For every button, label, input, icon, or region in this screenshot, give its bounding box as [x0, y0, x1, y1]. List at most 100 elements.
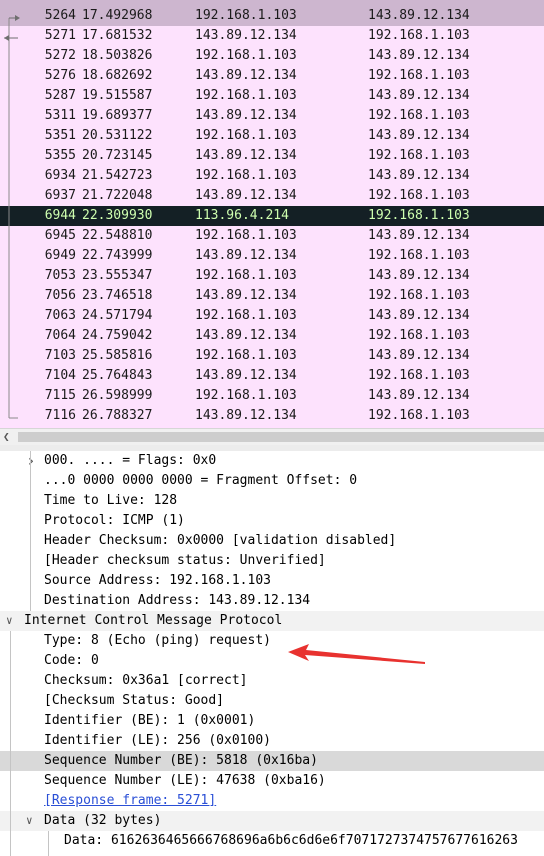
detail-row[interactable]: ∨ Data (32 bytes) [0, 811, 544, 831]
packet-row[interactable]: 7104 25.764843 143.89.12.134 192.168.1.103 [0, 366, 544, 386]
packet-destination: 143.89.12.134 [368, 388, 470, 403]
chevron-down-icon[interactable]: ∨ [26, 811, 33, 831]
scroll-left-arrow-icon[interactable]: ❮ [3, 429, 10, 445]
scrollbar-thumb[interactable] [18, 432, 544, 442]
detail-text: Destination Address: 143.89.12.134 [44, 593, 311, 608]
detail-row[interactable]: Identifier (BE): 1 (0x0001) [0, 711, 544, 731]
detail-row[interactable]: › 000. .... = Flags: 0x0 [0, 451, 544, 471]
detail-row[interactable]: [Response frame: 5271] [0, 791, 544, 811]
packet-row[interactable]: 7115 26.598999 192.168.1.103 143.89.12.134 [0, 386, 544, 406]
detail-text: Data (32 bytes) [44, 813, 162, 828]
packet-row[interactable]: 5311 19.689377 143.89.12.134 192.168.1.103 [0, 106, 544, 126]
packet-source: 192.168.1.103 [195, 128, 297, 143]
packet-destination: 143.89.12.134 [368, 128, 470, 143]
packet-source: 143.89.12.134 [195, 108, 297, 123]
packet-row[interactable]: 6937 21.722048 143.89.12.134 192.168.1.103 [0, 186, 544, 206]
detail-text: Header Checksum: 0x0000 [validation disa… [44, 533, 397, 548]
packet-number: 5351 [44, 128, 76, 143]
chevron-down-icon[interactable]: ∨ [6, 611, 13, 631]
detail-row[interactable]: Code: 0 [0, 651, 544, 671]
detail-row[interactable]: Identifier (LE): 256 (0x0100) [0, 731, 544, 751]
detail-row[interactable]: ...0 0000 0000 0000 = Fragment Offset: 0 [0, 471, 544, 491]
packet-time: 21.722048 [82, 188, 153, 203]
packet-row-selected[interactable]: 6944 22.309930 113.96.4.214 192.168.1.103 [0, 206, 544, 226]
packet-row[interactable]: 7053 23.555347 192.168.1.103 143.89.12.134 [0, 266, 544, 286]
detail-row[interactable]: Data: 6162636465666768696a6b6c6d6e6f7071… [0, 831, 544, 851]
packet-row[interactable]: 7056 23.746518 143.89.12.134 192.168.1.103 [0, 286, 544, 306]
packet-row[interactable]: 5351 20.531122 192.168.1.103 143.89.12.134 [0, 126, 544, 146]
packet-destination: 192.168.1.103 [368, 108, 470, 123]
packet-destination: 143.89.12.134 [368, 268, 470, 283]
packet-number: 6949 [44, 248, 76, 263]
packet-time: 25.764843 [82, 368, 153, 383]
detail-text: 000. .... = Flags: 0x0 [44, 453, 217, 468]
detail-row[interactable]: Time to Live: 128 [0, 491, 544, 511]
packet-time: 17.681532 [82, 28, 153, 43]
packet-row[interactable]: 5264 17.492968 192.168.1.103 143.89.12.134 [0, 6, 544, 26]
detail-row[interactable]: Destination Address: 143.89.12.134 [0, 591, 544, 611]
packet-row[interactable]: 7116 26.788327 143.89.12.134 192.168.1.103 [0, 406, 544, 426]
detail-text: Data: 6162636465666768696a6b6c6d6e6f7071… [64, 833, 518, 848]
packet-list[interactable]: 5264 17.492968 192.168.1.103 143.89.12.134 5… [0, 0, 544, 428]
packet-source: 192.168.1.103 [195, 308, 297, 323]
packet-number: 7103 [44, 348, 76, 363]
packet-time: 17.492968 [82, 8, 153, 23]
packet-source: 143.89.12.134 [195, 408, 297, 423]
detail-row[interactable]: Sequence Number (BE): 5818 (0x16ba) [0, 751, 544, 771]
detail-text: [Checksum Status: Good] [44, 693, 225, 708]
detail-row[interactable]: Protocol: ICMP (1) [0, 511, 544, 531]
packet-row[interactable]: 6945 22.548810 192.168.1.103 143.89.12.134 [0, 226, 544, 246]
packet-row[interactable]: 5287 19.515587 192.168.1.103 143.89.12.134 [0, 86, 544, 106]
detail-row[interactable]: Source Address: 192.168.1.103 [0, 571, 544, 591]
packet-row[interactable]: 6934 21.542723 192.168.1.103 143.89.12.134 [0, 166, 544, 186]
response-frame-link[interactable]: [Response frame: 5271] [44, 791, 216, 811]
packet-number: 6944 [44, 208, 76, 223]
packet-row[interactable]: 7064 24.759042 143.89.12.134 192.168.1.103 [0, 326, 544, 346]
packet-row[interactable]: 5276 18.682692 143.89.12.134 192.168.1.103 [0, 66, 544, 86]
horizontal-scrollbar[interactable]: ❮ [0, 428, 544, 445]
packet-time: 19.515587 [82, 88, 153, 103]
packet-number: 6945 [44, 228, 76, 243]
packet-row[interactable]: 5271 17.681532 143.89.12.134 192.168.1.103 [0, 26, 544, 46]
detail-row[interactable]: Type: 8 (Echo (ping) request) [0, 631, 544, 651]
detail-row[interactable]: Checksum: 0x36a1 [correct] [0, 671, 544, 691]
packet-time: 26.788327 [82, 408, 153, 423]
packet-time: 22.743999 [82, 248, 153, 263]
annotation-arrow-icon [288, 644, 425, 664]
packet-row[interactable]: 5272 18.503826 192.168.1.103 143.89.12.134 [0, 46, 544, 66]
detail-text: Time to Live: 128 [44, 493, 178, 508]
detail-row[interactable]: [Checksum Status: Good] [0, 691, 544, 711]
packet-destination: 192.168.1.103 [368, 248, 470, 263]
packet-details-tree[interactable]: › 000. .... = Flags: 0x0 ...0 0000 0000 00… [0, 451, 544, 856]
detail-row[interactable]: [Header checksum status: Unverified] [0, 551, 544, 571]
packet-number: 7104 [44, 368, 76, 383]
packet-time: 18.503826 [82, 48, 153, 63]
packet-number: 5287 [44, 88, 76, 103]
packet-source: 192.168.1.103 [195, 388, 297, 403]
packet-number: 5276 [44, 68, 76, 83]
detail-text: Code: 0 [44, 653, 99, 668]
detail-row[interactable]: Header Checksum: 0x0000 [validation disa… [0, 531, 544, 551]
packet-row[interactable]: 7063 24.571794 192.168.1.103 143.89.12.134 [0, 306, 544, 326]
packet-destination: 192.168.1.103 [368, 28, 470, 43]
packet-number: 7056 [44, 288, 76, 303]
tree-guide-line [10, 631, 11, 856]
packet-row[interactable]: 6949 22.743999 143.89.12.134 192.168.1.103 [0, 246, 544, 266]
detail-text: Checksum: 0x36a1 [correct] [44, 673, 248, 688]
packet-destination: 192.168.1.103 [368, 148, 470, 163]
packet-number: 7115 [44, 388, 76, 403]
packet-source: 143.89.12.134 [195, 328, 297, 343]
packet-destination: 143.89.12.134 [368, 8, 470, 23]
packet-time: 20.531122 [82, 128, 153, 143]
detail-text: Sequence Number (BE): 5818 (0x16ba) [44, 753, 318, 768]
packet-time: 19.689377 [82, 108, 153, 123]
packet-time: 24.571794 [82, 308, 153, 323]
detail-row[interactable]: Sequence Number (LE): 47638 (0xba16) [0, 771, 544, 791]
packet-number: 7064 [44, 328, 76, 343]
tree-guide-line [48, 831, 49, 856]
packet-row[interactable]: 7103 25.585816 192.168.1.103 143.89.12.134 [0, 346, 544, 366]
packet-destination: 192.168.1.103 [368, 68, 470, 83]
packet-source: 192.168.1.103 [195, 268, 297, 283]
detail-row[interactable]: ∨ Internet Control Message Protocol [0, 611, 544, 631]
packet-row[interactable]: 5355 20.723145 143.89.12.134 192.168.1.103 [0, 146, 544, 166]
